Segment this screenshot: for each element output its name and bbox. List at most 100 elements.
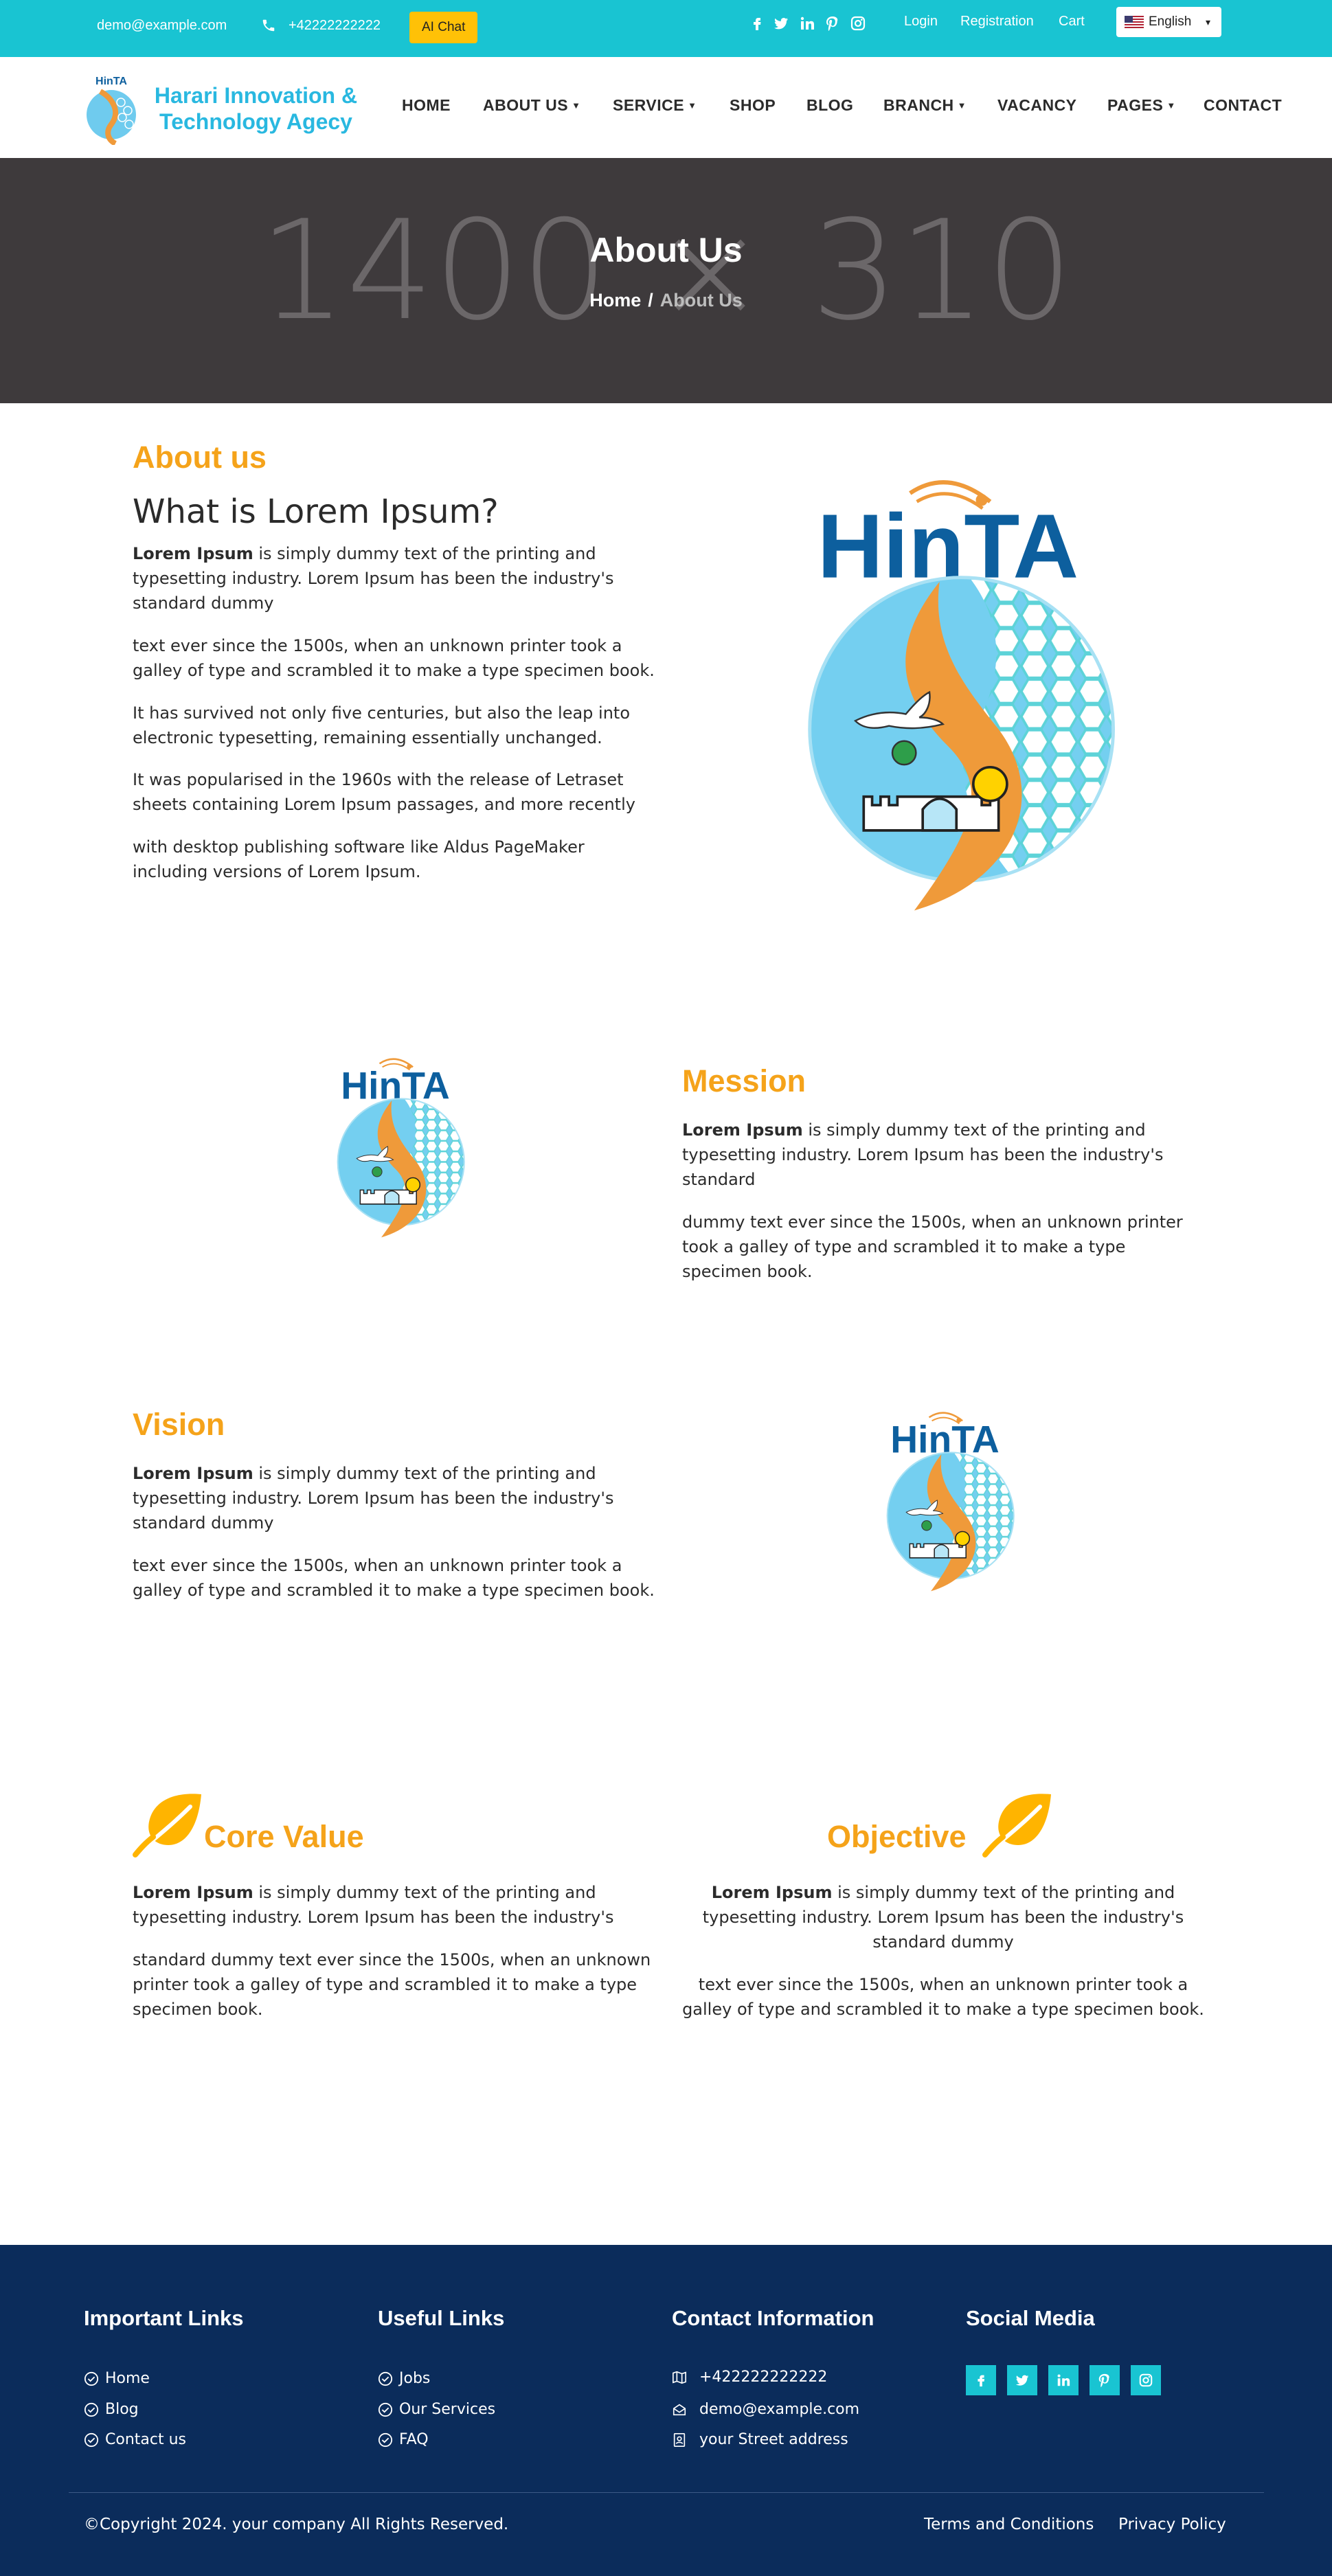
language-label: English <box>1149 14 1192 29</box>
language-select[interactable]: English ▾ <box>1116 7 1221 37</box>
vision-title: Vision <box>133 1407 225 1442</box>
about-lead: Lorem Ipsum is simply dummy text of the … <box>133 541 655 615</box>
topbar-phone[interactable]: +42222222222 <box>289 18 381 34</box>
page-hero: 1400 × 310 About Us Home / About Us <box>0 158 1332 403</box>
privacy-link[interactable]: Privacy Policy <box>1118 2516 1226 2533</box>
brand-name-line1: Harari Innovation & <box>154 83 358 108</box>
footer-contact-title: Contact Information <box>672 2306 874 2330</box>
breadcrumb-home[interactable]: Home <box>589 290 641 310</box>
nav-about-us-label: ABOUT US <box>483 96 569 114</box>
vision-paragraph-2: text ever since the 1500s, when an unkno… <box>133 1556 655 1600</box>
page-title: About Us <box>589 231 743 269</box>
pinterest-icon <box>1098 2373 1109 2388</box>
footer-useful-links-title: Useful Links <box>378 2306 505 2330</box>
nav-contact[interactable]: CONTACT <box>1204 96 1282 115</box>
map-icon <box>673 2371 686 2384</box>
footer-contact-email[interactable]: demo@example.com <box>699 2401 859 2418</box>
breadcrumb: Home / About Us <box>0 290 1332 311</box>
core-value-paragraph-2: standard dummy text ever since the 1500s… <box>133 1950 651 2019</box>
about-lead-bold: Lorem Ipsum <box>133 544 253 563</box>
footer-link-faq[interactable]: FAQ <box>399 2431 429 2448</box>
about-heading: What is Lorem Ipsum? <box>133 493 499 531</box>
hinta-logo-mission <box>318 1048 473 1248</box>
footer-twitter-button[interactable] <box>1007 2365 1037 2395</box>
footer-pinterest-button[interactable] <box>1090 2365 1120 2395</box>
nav-service-label: SERVICE <box>613 96 685 114</box>
footer-link-blog[interactable]: Blog <box>105 2401 139 2418</box>
nav-blog[interactable]: BLOG <box>806 96 853 115</box>
core-value-lead: Lorem Ipsum is simply dummy text of the … <box>133 1880 655 1930</box>
chevron-down-icon: ▼ <box>572 100 581 111</box>
facebook-icon[interactable] <box>749 15 765 32</box>
chevron-down-icon: ▾ <box>1206 16 1211 27</box>
nav-branch[interactable]: BRANCH ▼ <box>883 96 967 115</box>
footer-important-links-title: Important Links <box>84 2306 244 2330</box>
linkedin-icon[interactable] <box>799 15 815 32</box>
footer-link-contact-us[interactable]: Contact us <box>105 2431 186 2448</box>
topbar-email[interactable]: demo@example.com <box>97 18 227 34</box>
check-circle-icon <box>84 2371 99 2386</box>
footer-link-home[interactable]: Home <box>105 2370 150 2387</box>
brand-name[interactable]: Harari Innovation & Technology Agecy <box>137 82 374 135</box>
footer-social-title: Social Media <box>966 2306 1095 2330</box>
leaf-icon <box>982 1794 1051 1857</box>
footer-link-our-services[interactable]: Our Services <box>399 2401 495 2418</box>
nav-vacancy[interactable]: VACANCY <box>997 96 1077 115</box>
terms-link[interactable]: Terms and Conditions <box>924 2516 1094 2533</box>
twitter-icon[interactable] <box>773 15 789 32</box>
breadcrumb-current: About Us <box>659 290 743 310</box>
hinta-logo-vision <box>868 1401 1022 1602</box>
ai-chat-button[interactable]: AI Chat <box>409 12 478 43</box>
objective-lead: Lorem Ipsum is simply dummy text of the … <box>682 1880 1204 1954</box>
breadcrumb-separator: / <box>648 290 653 310</box>
nav-service[interactable]: SERVICE ▼ <box>613 96 697 115</box>
instagram-icon <box>1139 2373 1153 2387</box>
footer-divider <box>69 2492 1264 2493</box>
footer-contact-address: your Street address <box>699 2431 848 2448</box>
about-kicker: About us <box>133 440 267 475</box>
nav-branch-label: BRANCH <box>883 96 954 114</box>
nav-about-us[interactable]: ABOUT US ▼ <box>483 96 581 115</box>
phone-icon <box>262 19 275 32</box>
objective-paragraph-2: text ever since the 1500s, when an unkno… <box>682 1975 1204 2019</box>
address-book-icon <box>673 2433 686 2447</box>
about-paragraph-4: It was popularised in the 1960s with the… <box>133 770 635 814</box>
core-value-lead-bold: Lorem Ipsum <box>133 1883 253 1902</box>
login-link[interactable]: Login <box>904 14 938 30</box>
facebook-icon <box>978 2375 985 2387</box>
objective-lead-bold: Lorem Ipsum <box>711 1883 833 1902</box>
pinterest-icon[interactable] <box>824 15 841 32</box>
nav-home[interactable]: HOME <box>402 96 451 115</box>
hinta-logo-large <box>763 453 1133 938</box>
mission-title: Mession <box>682 1063 806 1098</box>
nav-pages[interactable]: PAGES ▼ <box>1107 96 1176 115</box>
check-circle-icon <box>84 2402 99 2417</box>
chevron-down-icon: ▼ <box>688 100 697 111</box>
linkedin-icon <box>1057 2374 1070 2386</box>
cart-link[interactable]: Cart <box>1059 14 1085 30</box>
check-circle-icon <box>378 2402 393 2417</box>
footer-link-jobs[interactable]: Jobs <box>399 2370 430 2387</box>
footer-contact-phone[interactable]: +422222222222 <box>699 2369 827 2386</box>
chevron-down-icon: ▼ <box>957 100 967 111</box>
nav-pages-label: PAGES <box>1107 96 1164 114</box>
mission-paragraph-2: dummy text ever since the 1500s, when an… <box>682 1212 1183 1281</box>
registration-link[interactable]: Registration <box>960 14 1034 30</box>
envelope-open-icon <box>673 2404 686 2416</box>
core-value-title: Core Value <box>204 1819 364 1854</box>
footer-instagram-button[interactable] <box>1131 2365 1161 2395</box>
objective-title: Objective <box>827 1819 967 1854</box>
check-circle-icon <box>84 2432 99 2448</box>
twitter-icon <box>1015 2375 1029 2386</box>
check-circle-icon <box>378 2371 393 2386</box>
footer-facebook-button[interactable] <box>966 2365 996 2395</box>
footer-linkedin-button[interactable] <box>1048 2365 1079 2395</box>
svg-text:HinTA: HinTA <box>95 76 127 87</box>
mission-lead: Lorem Ipsum is simply dummy text of the … <box>682 1118 1204 1192</box>
instagram-icon[interactable] <box>850 15 866 32</box>
brand-name-line2: Technology Agecy <box>159 109 352 134</box>
copyright-text: ©Copyright 2024. your company All Rights… <box>84 2516 509 2533</box>
brand-logo-icon[interactable]: HinTA <box>82 72 140 145</box>
mission-lead-bold: Lorem Ipsum <box>682 1120 803 1140</box>
nav-shop[interactable]: SHOP <box>730 96 776 115</box>
